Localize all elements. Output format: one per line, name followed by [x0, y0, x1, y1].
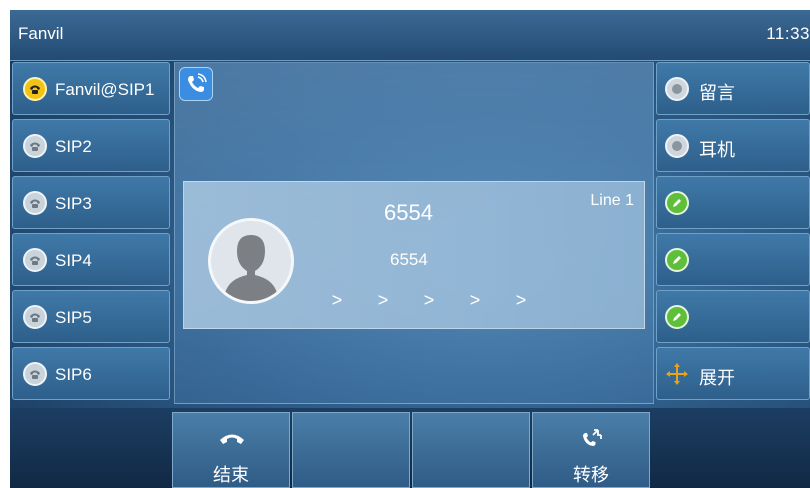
softkey-label: 转移: [573, 465, 609, 485]
function-key-label: 留言: [699, 83, 735, 103]
edit-icon: [665, 305, 689, 329]
function-key-label: 耳机: [699, 140, 735, 160]
headset-icon: [665, 134, 689, 158]
function-key-edit-3[interactable]: [656, 290, 810, 343]
caller-name: 6554: [390, 250, 428, 269]
phone-icon: [23, 77, 47, 101]
phone-icon: [23, 191, 47, 215]
function-key-expand[interactable]: 展开: [656, 347, 810, 400]
phone-icon: [23, 248, 47, 272]
softkey-bar: 结束 转移: [10, 408, 810, 488]
line-key-sip1[interactable]: Fanvil@SIP1: [12, 62, 170, 115]
softkey-label: 结束: [213, 465, 249, 485]
progress-arrow: >: [423, 290, 435, 310]
progress-arrow: >: [331, 290, 343, 310]
line-key-sip5[interactable]: SIP5: [12, 290, 170, 343]
line-key-sip2[interactable]: SIP2: [12, 119, 170, 172]
line-key-sip6[interactable]: SIP6: [12, 347, 170, 400]
call-info-card: 6554 6554 Line 1 > > > > >: [183, 181, 645, 329]
contact-avatar: [208, 218, 294, 304]
brand-label: Fanvil: [18, 24, 64, 43]
phone-screen: Fanvil 11:33 Fanvil@SIP1 SIP2 SIP3 SIP4 …: [10, 10, 810, 488]
progress-arrow: >: [377, 290, 389, 310]
phone-icon: [23, 305, 47, 329]
edit-icon: [665, 248, 689, 272]
line-key-label: SIP2: [55, 137, 92, 156]
voicemail-icon: [665, 77, 689, 101]
phone-icon: [23, 362, 47, 386]
line-indicator: Line 1: [590, 192, 634, 209]
softkey-transfer[interactable]: 转移: [532, 412, 650, 488]
hangup-icon: [217, 427, 247, 449]
progress-arrow: >: [469, 290, 481, 310]
phone-icon: [23, 134, 47, 158]
function-key-label: 展开: [699, 368, 735, 388]
edit-icon: [665, 191, 689, 215]
function-key-edit-2[interactable]: [656, 233, 810, 286]
line-key-label: SIP5: [55, 308, 92, 327]
line-key-label: SIP6: [55, 365, 92, 384]
line-key-sip3[interactable]: SIP3: [12, 176, 170, 229]
call-panel: 6554 6554 Line 1 > > > > >: [174, 62, 654, 404]
line-key-label: SIP3: [55, 194, 92, 213]
softkey-end-call[interactable]: 结束: [172, 412, 290, 488]
line-key-label: SIP4: [55, 251, 92, 270]
clock: 11:33: [766, 24, 810, 43]
function-key-edit-1[interactable]: [656, 176, 810, 229]
line-key-label: Fanvil@SIP1: [55, 80, 155, 99]
call-progress-arrows: > > > > >: [314, 290, 544, 311]
calling-icon: [179, 67, 213, 101]
transfer-icon: [577, 427, 607, 449]
status-bar: Fanvil 11:33: [10, 10, 810, 61]
line-key-sip4[interactable]: SIP4: [12, 233, 170, 286]
expand-icon: [665, 362, 689, 386]
function-key-voicemail[interactable]: 留言: [656, 62, 810, 115]
progress-arrow: >: [515, 290, 527, 310]
softkey-2[interactable]: [292, 412, 410, 488]
line-key-column: Fanvil@SIP1 SIP2 SIP3 SIP4 SIP5 SIP6: [12, 62, 170, 404]
softkey-3[interactable]: [412, 412, 530, 488]
function-key-headset[interactable]: 耳机: [656, 119, 810, 172]
function-key-column: 留言 耳机 展开: [656, 62, 810, 404]
caller-number: 6554: [384, 200, 433, 225]
